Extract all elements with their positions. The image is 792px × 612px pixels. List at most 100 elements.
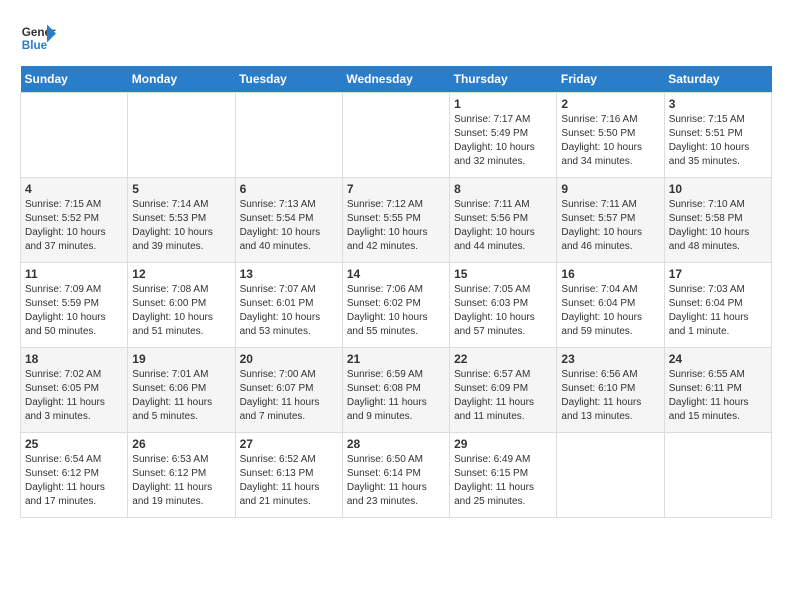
logo-icon: General Blue bbox=[20, 20, 56, 56]
calendar-cell: 15 Sunrise: 7:05 AM Sunset: 6:03 PM Dayli… bbox=[450, 263, 557, 348]
day-number: 9 bbox=[561, 182, 659, 196]
day-number: 19 bbox=[132, 352, 230, 366]
day-info: Sunrise: 6:53 AM Sunset: 6:12 PM Dayligh… bbox=[132, 453, 230, 509]
calendar-cell bbox=[664, 433, 771, 518]
header-sunday: Sunday bbox=[21, 66, 128, 93]
day-info: Sunrise: 6:59 AM Sunset: 6:08 PM Dayligh… bbox=[347, 368, 445, 424]
header-saturday: Saturday bbox=[664, 66, 771, 93]
header-monday: Monday bbox=[128, 66, 235, 93]
day-number: 2 bbox=[561, 97, 659, 111]
day-info: Sunrise: 7:06 AM Sunset: 6:02 PM Dayligh… bbox=[347, 283, 445, 339]
calendar-cell: 1 Sunrise: 7:17 AM Sunset: 5:49 PM Daylig… bbox=[450, 93, 557, 178]
calendar-cell bbox=[557, 433, 664, 518]
logo: General Blue bbox=[20, 20, 56, 56]
calendar-cell: 10 Sunrise: 7:10 AM Sunset: 5:58 PM Dayli… bbox=[664, 178, 771, 263]
calendar-cell: 24 Sunrise: 6:55 AM Sunset: 6:11 PM Dayli… bbox=[664, 348, 771, 433]
calendar-cell: 18Sunrise: 7:02 AM Sunset: 6:05 PM Dayli… bbox=[21, 348, 128, 433]
calendar-cell: 12Sunrise: 7:08 AM Sunset: 6:00 PM Dayli… bbox=[128, 263, 235, 348]
day-number: 12 bbox=[132, 267, 230, 281]
calendar-cell: 16 Sunrise: 7:04 AM Sunset: 6:04 PM Dayli… bbox=[557, 263, 664, 348]
day-number: 26 bbox=[132, 437, 230, 451]
calendar-cell: 17 Sunrise: 7:03 AM Sunset: 6:04 PM Dayli… bbox=[664, 263, 771, 348]
calendar-cell: 3 Sunrise: 7:15 AM Sunset: 5:51 PM Daylig… bbox=[664, 93, 771, 178]
day-info: Sunrise: 6:49 AM Sunset: 6:15 PM Dayligh… bbox=[454, 453, 552, 509]
day-info: Sunrise: 7:15 AM Sunset: 5:51 PM Dayligh… bbox=[669, 113, 767, 169]
calendar-cell: 14 Sunrise: 7:06 AM Sunset: 6:02 PM Dayli… bbox=[342, 263, 449, 348]
day-number: 23 bbox=[561, 352, 659, 366]
day-info: Sunrise: 7:10 AM Sunset: 5:58 PM Dayligh… bbox=[669, 198, 767, 254]
day-number: 4 bbox=[25, 182, 123, 196]
day-info: Sunrise: 6:52 AM Sunset: 6:13 PM Dayligh… bbox=[240, 453, 338, 509]
calendar-cell: 25 Sunrise: 6:54 AM Sunset: 6:12 PM Dayli… bbox=[21, 433, 128, 518]
calendar-cell: 11Sunrise: 7:09 AM Sunset: 5:59 PM Dayli… bbox=[21, 263, 128, 348]
day-number: 24 bbox=[669, 352, 767, 366]
day-number: 27 bbox=[240, 437, 338, 451]
day-info: Sunrise: 7:16 AM Sunset: 5:50 PM Dayligh… bbox=[561, 113, 659, 169]
calendar-cell: 2 Sunrise: 7:16 AM Sunset: 5:50 PM Daylig… bbox=[557, 93, 664, 178]
day-number: 29 bbox=[454, 437, 552, 451]
day-number: 8 bbox=[454, 182, 552, 196]
day-number: 25 bbox=[25, 437, 123, 451]
day-number: 14 bbox=[347, 267, 445, 281]
day-info: Sunrise: 7:05 AM Sunset: 6:03 PM Dayligh… bbox=[454, 283, 552, 339]
day-number: 11 bbox=[25, 267, 123, 281]
header-thursday: Thursday bbox=[450, 66, 557, 93]
day-number: 15 bbox=[454, 267, 552, 281]
calendar-week-row: 25 Sunrise: 6:54 AM Sunset: 6:12 PM Dayli… bbox=[21, 433, 772, 518]
day-number: 6 bbox=[240, 182, 338, 196]
day-info: Sunrise: 6:50 AM Sunset: 6:14 PM Dayligh… bbox=[347, 453, 445, 509]
calendar-cell bbox=[21, 93, 128, 178]
day-info: Sunrise: 7:12 AM Sunset: 5:55 PM Dayligh… bbox=[347, 198, 445, 254]
calendar-header-row: Sunday Monday Tuesday Wednesday Thursday… bbox=[21, 66, 772, 93]
day-number: 3 bbox=[669, 97, 767, 111]
day-info: Sunrise: 7:02 AM Sunset: 6:05 PM Dayligh… bbox=[25, 368, 123, 424]
day-number: 10 bbox=[669, 182, 767, 196]
day-number: 22 bbox=[454, 352, 552, 366]
calendar-week-row: 18Sunrise: 7:02 AM Sunset: 6:05 PM Dayli… bbox=[21, 348, 772, 433]
calendar-cell bbox=[128, 93, 235, 178]
calendar-cell bbox=[235, 93, 342, 178]
calendar-cell: 22 Sunrise: 6:57 AM Sunset: 6:09 PM Dayli… bbox=[450, 348, 557, 433]
day-info: Sunrise: 7:04 AM Sunset: 6:04 PM Dayligh… bbox=[561, 283, 659, 339]
day-number: 17 bbox=[669, 267, 767, 281]
day-info: Sunrise: 7:03 AM Sunset: 6:04 PM Dayligh… bbox=[669, 283, 767, 339]
day-info: Sunrise: 7:07 AM Sunset: 6:01 PM Dayligh… bbox=[240, 283, 338, 339]
calendar-table: Sunday Monday Tuesday Wednesday Thursday… bbox=[20, 66, 772, 518]
calendar-cell: 4 Sunrise: 7:15 AM Sunset: 5:52 PM Daylig… bbox=[21, 178, 128, 263]
day-info: Sunrise: 6:57 AM Sunset: 6:09 PM Dayligh… bbox=[454, 368, 552, 424]
day-number: 5 bbox=[132, 182, 230, 196]
calendar-cell: 28 Sunrise: 6:50 AM Sunset: 6:14 PM Dayli… bbox=[342, 433, 449, 518]
calendar-cell: 19Sunrise: 7:01 AM Sunset: 6:06 PM Dayli… bbox=[128, 348, 235, 433]
calendar-week-row: 1 Sunrise: 7:17 AM Sunset: 5:49 PM Daylig… bbox=[21, 93, 772, 178]
day-info: Sunrise: 7:11 AM Sunset: 5:56 PM Dayligh… bbox=[454, 198, 552, 254]
calendar-cell: 9 Sunrise: 7:11 AM Sunset: 5:57 PM Daylig… bbox=[557, 178, 664, 263]
day-number: 1 bbox=[454, 97, 552, 111]
day-info: Sunrise: 7:14 AM Sunset: 5:53 PM Dayligh… bbox=[132, 198, 230, 254]
calendar-cell: 13 Sunrise: 7:07 AM Sunset: 6:01 PM Dayli… bbox=[235, 263, 342, 348]
header-wednesday: Wednesday bbox=[342, 66, 449, 93]
day-info: Sunrise: 6:54 AM Sunset: 6:12 PM Dayligh… bbox=[25, 453, 123, 509]
calendar-cell: 23Sunrise: 6:56 AM Sunset: 6:10 PM Dayli… bbox=[557, 348, 664, 433]
svg-text:Blue: Blue bbox=[22, 39, 48, 52]
day-number: 28 bbox=[347, 437, 445, 451]
day-info: Sunrise: 7:13 AM Sunset: 5:54 PM Dayligh… bbox=[240, 198, 338, 254]
day-info: Sunrise: 7:17 AM Sunset: 5:49 PM Dayligh… bbox=[454, 113, 552, 169]
calendar-week-row: 4 Sunrise: 7:15 AM Sunset: 5:52 PM Daylig… bbox=[21, 178, 772, 263]
day-number: 20 bbox=[240, 352, 338, 366]
calendar-cell: 8 Sunrise: 7:11 AM Sunset: 5:56 PM Daylig… bbox=[450, 178, 557, 263]
calendar-cell: 21 Sunrise: 6:59 AM Sunset: 6:08 PM Dayli… bbox=[342, 348, 449, 433]
calendar-cell: 5 Sunrise: 7:14 AM Sunset: 5:53 PM Daylig… bbox=[128, 178, 235, 263]
day-info: Sunrise: 7:15 AM Sunset: 5:52 PM Dayligh… bbox=[25, 198, 123, 254]
calendar-cell: 27 Sunrise: 6:52 AM Sunset: 6:13 PM Dayli… bbox=[235, 433, 342, 518]
day-number: 13 bbox=[240, 267, 338, 281]
day-number: 16 bbox=[561, 267, 659, 281]
day-info: Sunrise: 7:00 AM Sunset: 6:07 PM Dayligh… bbox=[240, 368, 338, 424]
page-header: General Blue bbox=[20, 20, 772, 56]
day-number: 7 bbox=[347, 182, 445, 196]
day-info: Sunrise: 7:11 AM Sunset: 5:57 PM Dayligh… bbox=[561, 198, 659, 254]
day-number: 21 bbox=[347, 352, 445, 366]
calendar-cell: 7 Sunrise: 7:12 AM Sunset: 5:55 PM Daylig… bbox=[342, 178, 449, 263]
calendar-cell: 29 Sunrise: 6:49 AM Sunset: 6:15 PM Dayli… bbox=[450, 433, 557, 518]
calendar-cell: 20 Sunrise: 7:00 AM Sunset: 6:07 PM Dayli… bbox=[235, 348, 342, 433]
day-info: Sunrise: 6:55 AM Sunset: 6:11 PM Dayligh… bbox=[669, 368, 767, 424]
